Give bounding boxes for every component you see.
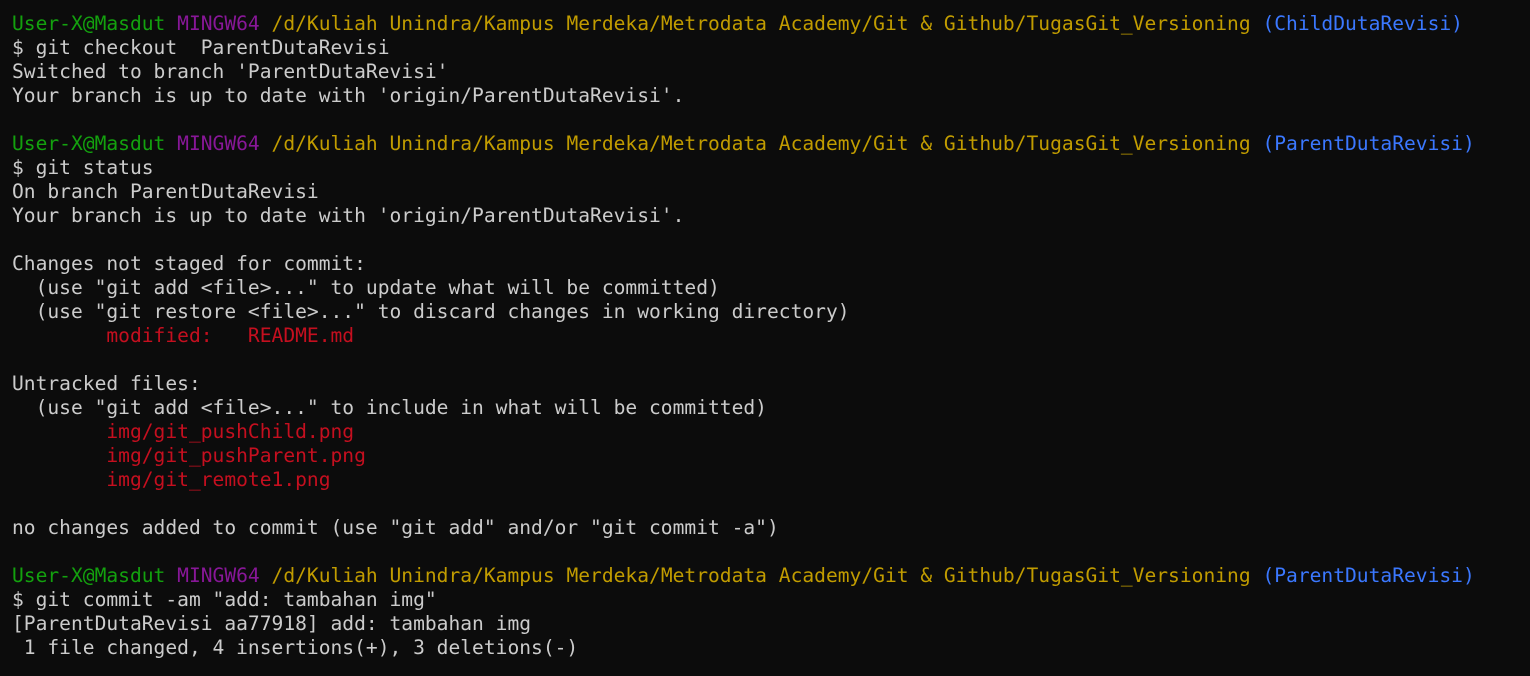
output-line: no changes added to commit (use "git add… bbox=[12, 516, 779, 539]
prompt-host: MINGW64 bbox=[177, 12, 260, 35]
prompt-path: /d/Kuliah Unindra/Kampus Merdeka/Metroda… bbox=[271, 564, 1251, 587]
prompt-line: User-X@Masdut MINGW64 /d/Kuliah Unindra/… bbox=[12, 132, 1530, 156]
untracked-file-line: img/git_remote1.png bbox=[12, 468, 331, 491]
output-line: 1 file changed, 4 insertions(+), 3 delet… bbox=[12, 636, 579, 659]
prompt-host: MINGW64 bbox=[177, 564, 260, 587]
command-line: $ git status bbox=[12, 156, 154, 179]
prompt-branch: (ParentDutaRevisi) bbox=[1262, 132, 1475, 155]
output-line: Untracked files: bbox=[12, 372, 201, 395]
command-line: $ git commit -am "add: tambahan img" bbox=[12, 588, 437, 611]
untracked-file-line: img/git_pushChild.png bbox=[12, 420, 355, 443]
output-line: Your branch is up to date with 'origin/P… bbox=[12, 204, 685, 227]
output-line: [ParentDutaRevisi aa77918] add: tambahan… bbox=[12, 612, 532, 635]
output-line: Switched to branch 'ParentDutaRevisi' bbox=[12, 60, 449, 83]
terminal-window[interactable]: User-X@Masdut MINGW64 /d/Kuliah Unindra/… bbox=[0, 0, 1530, 676]
output-line: (use "git add <file>..." to include in w… bbox=[12, 396, 767, 419]
untracked-file-line: img/git_pushParent.png bbox=[12, 444, 366, 467]
modified-file-line: modified: README.md bbox=[12, 324, 355, 347]
command-line: $ git checkout ParentDutaRevisi bbox=[12, 36, 390, 59]
prompt-user: User-X@Masdut bbox=[12, 12, 166, 35]
prompt-line: User-X@Masdut MINGW64 /d/Kuliah Unindra/… bbox=[12, 12, 1530, 36]
output-line: (use "git restore <file>..." to discard … bbox=[12, 300, 850, 323]
output-line: Changes not staged for commit: bbox=[12, 252, 366, 275]
prompt-path: /d/Kuliah Unindra/Kampus Merdeka/Metroda… bbox=[271, 132, 1251, 155]
output-line: On branch ParentDutaRevisi bbox=[12, 180, 319, 203]
prompt-user: User-X@Masdut bbox=[12, 132, 166, 155]
output-line: (use "git add <file>..." to update what … bbox=[12, 276, 720, 299]
prompt-path: /d/Kuliah Unindra/Kampus Merdeka/Metroda… bbox=[271, 12, 1251, 35]
output-line: Your branch is up to date with 'origin/P… bbox=[12, 84, 685, 107]
prompt-line: User-X@Masdut MINGW64 /d/Kuliah Unindra/… bbox=[12, 564, 1530, 588]
prompt-branch: (ChildDutaRevisi) bbox=[1262, 12, 1463, 35]
prompt-branch: (ParentDutaRevisi) bbox=[1262, 564, 1475, 587]
prompt-user: User-X@Masdut bbox=[12, 564, 166, 587]
prompt-host: MINGW64 bbox=[177, 132, 260, 155]
